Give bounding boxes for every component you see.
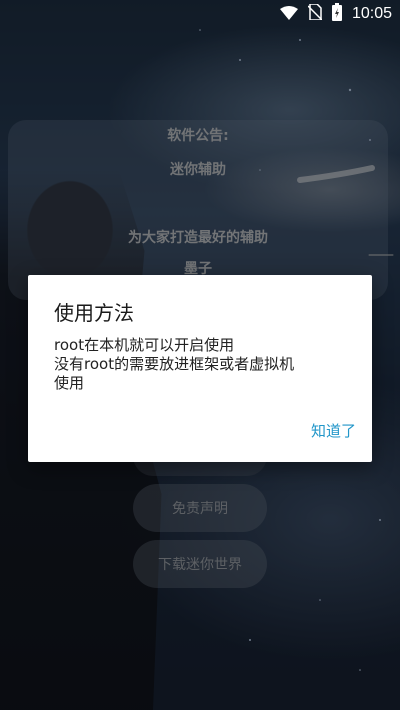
usage-dialog: 使用方法 root在本机就可以开启使用 没有root的需要放进框架或者虚拟机 使… bbox=[28, 275, 372, 462]
battery-charging-icon bbox=[331, 3, 342, 25]
dialog-message-line: 使用 bbox=[54, 374, 85, 392]
dialog-title: 使用方法 bbox=[54, 301, 134, 325]
status-time: 10:05 bbox=[351, 5, 392, 22]
dialog-message-line: 没有root的需要放进框架或者虚拟机 bbox=[54, 355, 295, 373]
dialog-message-line: root在本机就可以开启使用 bbox=[54, 336, 235, 354]
dialog-confirm-button[interactable]: 知道了 bbox=[311, 420, 356, 441]
dialog-message: root在本机就可以开启使用 没有root的需要放进框架或者虚拟机 使用 bbox=[54, 336, 354, 393]
wifi-icon bbox=[279, 5, 298, 24]
no-sim-icon bbox=[307, 3, 323, 24]
status-bar: 10:05 bbox=[0, 0, 400, 28]
